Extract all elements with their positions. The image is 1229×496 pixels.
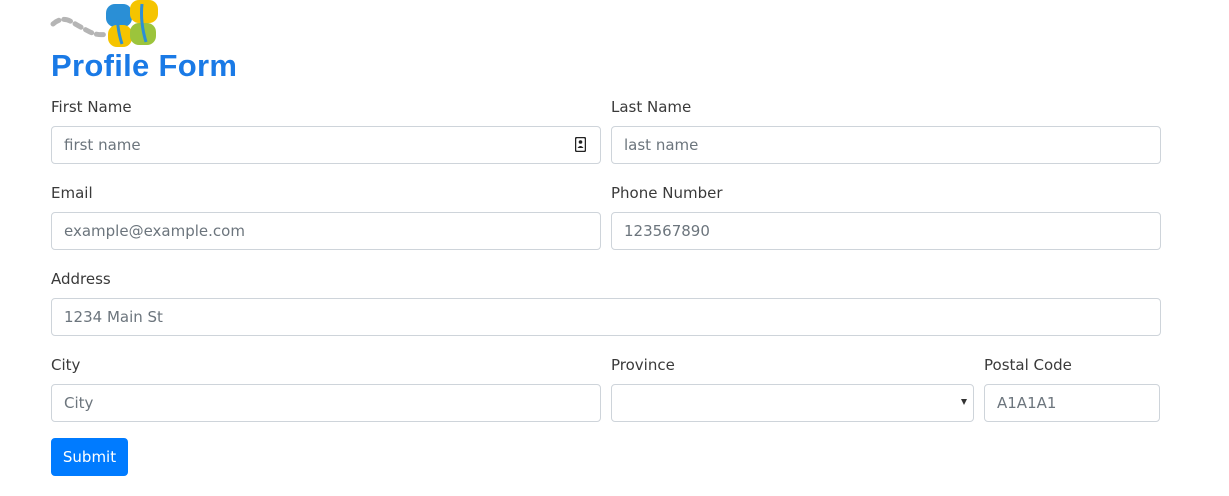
- phone-number-label: Phone Number: [611, 184, 723, 202]
- chevron-down-icon: [961, 399, 967, 405]
- last-name-label: Last Name: [611, 98, 692, 116]
- page-title: Profile Form: [51, 48, 238, 83]
- first-name-input[interactable]: [51, 126, 601, 164]
- city-label: City: [51, 356, 81, 374]
- contact-card-icon[interactable]: [575, 137, 586, 152]
- address-input[interactable]: [51, 298, 1161, 336]
- phone-number-input[interactable]: [611, 212, 1161, 250]
- address-label: Address: [51, 270, 111, 288]
- province-label: Province: [611, 356, 675, 374]
- submit-button[interactable]: Submit: [51, 438, 128, 476]
- butterfly-logo-icon: [50, 0, 158, 47]
- city-input[interactable]: [51, 384, 601, 422]
- province-select[interactable]: [611, 384, 974, 422]
- first-name-label: First Name: [51, 98, 132, 116]
- last-name-input[interactable]: [611, 126, 1161, 164]
- postal-code-label: Postal Code: [984, 356, 1072, 374]
- email-input[interactable]: [51, 212, 601, 250]
- postal-code-input[interactable]: [984, 384, 1160, 422]
- profile-form-page: Profile Form First Name Last Name Email …: [0, 0, 1229, 496]
- email-label: Email: [51, 184, 93, 202]
